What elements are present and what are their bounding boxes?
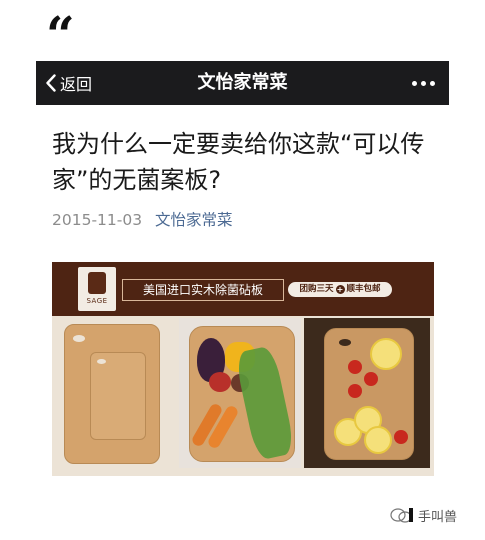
brand-logo-text: SAGE [86,297,108,305]
promo-group-buy: 团购三天 [299,284,334,294]
back-chevron-icon [46,74,56,92]
cutting-boards-photo [60,318,176,468]
more-dots-icon[interactable] [412,61,435,105]
plus-icon: + [335,285,345,294]
watermark: 手叫兽 [390,505,457,525]
article-meta: 2015-11-03 文怡家常菜 [52,209,233,231]
navigation-bar: 返回 文怡家常菜 [36,61,449,105]
banner-headline: 美国进口实木除菌砧板 [122,279,284,301]
promo-pill: 团购三天 + 顺丰包邮 [288,282,392,297]
back-label: 返回 [60,75,93,94]
watermark-text: 手叫兽 [418,509,458,525]
quote-mark: “ [46,5,75,64]
vegetables-on-board-photo [179,318,301,468]
wechat-watermark-icon [390,508,413,523]
brand-logo: SAGE [78,267,116,311]
promo-free-shipping: 顺丰包邮 [346,284,381,294]
banner-header: SAGE 美国进口实木除菌砧板 团购三天 + 顺丰包邮 [52,262,434,316]
nav-title: 文怡家常菜 [197,72,288,93]
tomatoes-lemon-board-photo [304,318,430,468]
product-banner-image[interactable]: SAGE 美国进口实木除菌砧板 团购三天 + 顺丰包邮 [52,262,434,476]
article-title: 我为什么一定要卖给你这款“可以传家”的无菌案板? [52,130,425,194]
small-cutting-board [90,352,146,440]
publish-date: 2015-11-03 [52,211,143,229]
author-link[interactable]: 文怡家常菜 [155,211,233,229]
back-button[interactable]: 返回 [46,61,92,105]
